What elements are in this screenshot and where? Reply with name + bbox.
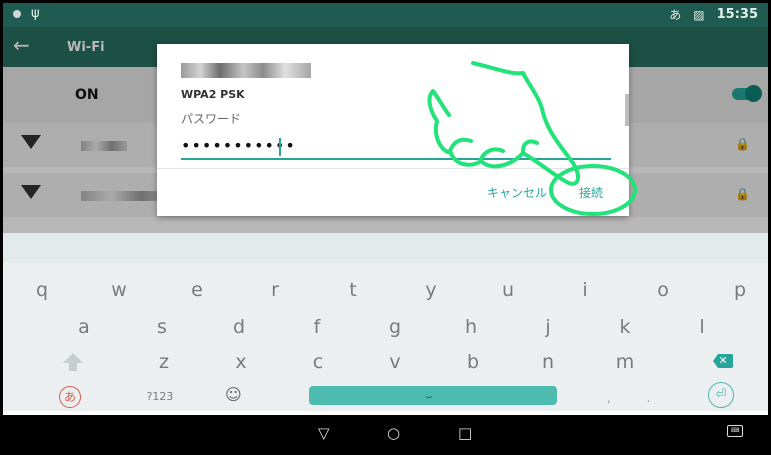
key-e[interactable]: e xyxy=(172,276,222,304)
backspace-key[interactable]: ✕ xyxy=(713,354,733,368)
emoji-icon[interactable]: ☺ xyxy=(225,385,242,404)
screen: ψ あ ▨ 15:35 ← Wi-Fi ON 🔒 🔒 WPA2 PSK パスワー… xyxy=(3,3,768,453)
key-z[interactable]: z xyxy=(139,348,189,376)
key-p[interactable]: p xyxy=(715,276,765,304)
no-sim-icon: ▨ xyxy=(693,7,705,22)
wifi-password-dialog: WPA2 PSK パスワード ••••••••••• キャンセル 接続 xyxy=(157,44,629,216)
key-q[interactable]: q xyxy=(17,276,67,304)
nav-back-icon[interactable]: ▽ xyxy=(318,424,330,442)
key-r[interactable]: r xyxy=(250,276,300,304)
keyboard-switch-icon[interactable]: ⌨ xyxy=(727,425,743,437)
key-x[interactable]: x xyxy=(216,348,266,376)
key-d[interactable]: d xyxy=(214,313,264,341)
dialog-scrollbar[interactable] xyxy=(625,94,629,126)
key-m[interactable]: m xyxy=(600,348,650,376)
numeric-key[interactable]: ?123 xyxy=(135,383,185,411)
key-t[interactable]: t xyxy=(328,276,378,304)
network-ssid-redacted xyxy=(181,63,311,78)
key-w[interactable]: w xyxy=(94,276,144,304)
space-bar[interactable]: ⌣ xyxy=(309,386,557,405)
navigation-bar: ▽ ○ □ ⌨ xyxy=(3,415,768,453)
nav-recent-icon[interactable]: □ xyxy=(458,424,472,442)
password-field[interactable]: ••••••••••• xyxy=(181,136,611,160)
key-l[interactable]: l xyxy=(677,313,727,341)
key-i[interactable]: i xyxy=(560,276,610,304)
key-j[interactable]: j xyxy=(523,313,573,341)
clock: 15:35 xyxy=(716,7,758,22)
usb-icon: ψ xyxy=(31,6,40,21)
punctuation-key[interactable]: , . xyxy=(607,391,666,405)
ime-indicator: あ xyxy=(669,8,682,22)
key-s[interactable]: s xyxy=(137,313,187,341)
soft-keyboard: q w e r t y u i o p a s d f g h j k l z … xyxy=(3,233,768,411)
kana-key[interactable]: あ xyxy=(59,386,81,408)
dialog-divider xyxy=(157,168,629,169)
connect-button[interactable]: 接続 xyxy=(579,184,603,201)
key-b[interactable]: b xyxy=(448,348,498,376)
key-f[interactable]: f xyxy=(292,313,342,341)
key-g[interactable]: g xyxy=(370,313,420,341)
keyboard-suggestion-strip xyxy=(3,233,768,263)
key-y[interactable]: y xyxy=(406,276,456,304)
key-v[interactable]: v xyxy=(370,348,420,376)
text-caret xyxy=(279,138,281,156)
key-a[interactable]: a xyxy=(59,313,109,341)
enter-key[interactable]: ⏎ xyxy=(708,382,734,408)
shift-key[interactable] xyxy=(63,353,83,371)
device-frame: ψ あ ▨ 15:35 ← Wi-Fi ON 🔒 🔒 WPA2 PSK パスワー… xyxy=(0,0,771,455)
key-u[interactable]: u xyxy=(483,276,533,304)
space-bar-icon: ⌣ xyxy=(425,389,433,403)
cancel-button[interactable]: キャンセル xyxy=(487,184,547,201)
security-type: WPA2 PSK xyxy=(181,88,245,101)
password-label: パスワード xyxy=(181,112,242,126)
key-c[interactable]: c xyxy=(293,348,343,376)
nav-home-icon[interactable]: ○ xyxy=(387,424,400,442)
key-n[interactable]: n xyxy=(523,348,573,376)
status-bar: ψ あ ▨ 15:35 xyxy=(3,3,768,27)
key-k[interactable]: k xyxy=(600,313,650,341)
key-h[interactable]: h xyxy=(446,313,496,341)
key-o[interactable]: o xyxy=(638,276,688,304)
notification-dot-icon xyxy=(13,9,21,18)
